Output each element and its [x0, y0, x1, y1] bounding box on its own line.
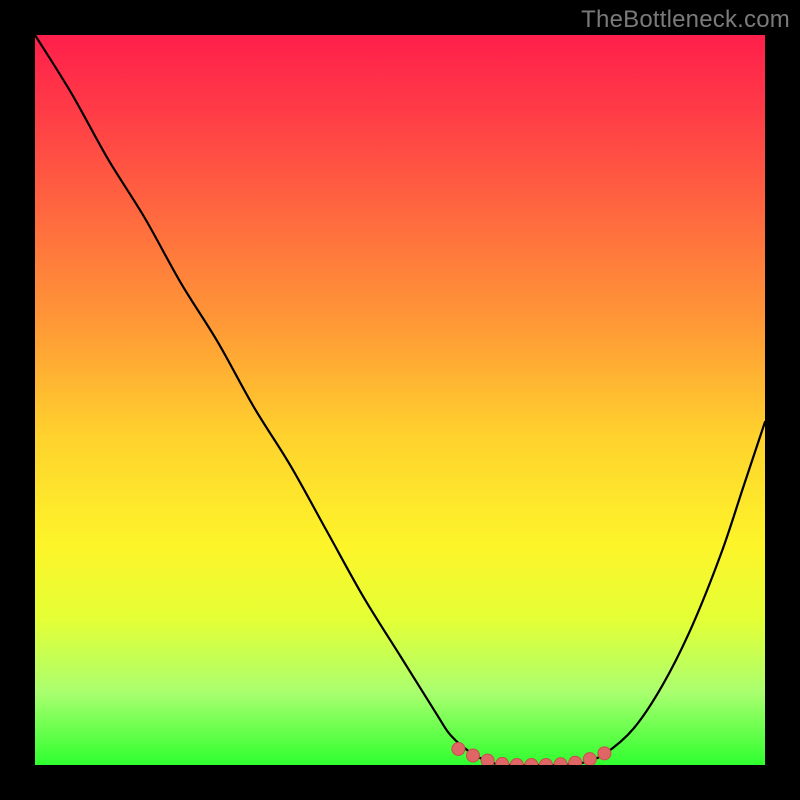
chart-frame: TheBottleneck.com: [0, 0, 800, 800]
optimal-marker: [452, 742, 465, 755]
bottleneck-curve: [35, 35, 765, 765]
optimal-marker: [510, 759, 523, 766]
optimal-marker: [481, 754, 494, 765]
optimal-marker: [525, 759, 538, 766]
optimal-marker: [598, 747, 611, 760]
optimal-marker: [583, 753, 596, 765]
optimal-marker: [569, 756, 582, 765]
optimal-range-markers: [452, 742, 611, 765]
plot-area: [35, 35, 765, 765]
optimal-marker: [467, 749, 480, 762]
optimal-marker: [540, 759, 553, 766]
optimal-marker: [554, 758, 567, 765]
optimal-marker: [496, 757, 509, 765]
watermark-text: TheBottleneck.com: [581, 6, 790, 34]
curve-layer: [35, 35, 765, 765]
